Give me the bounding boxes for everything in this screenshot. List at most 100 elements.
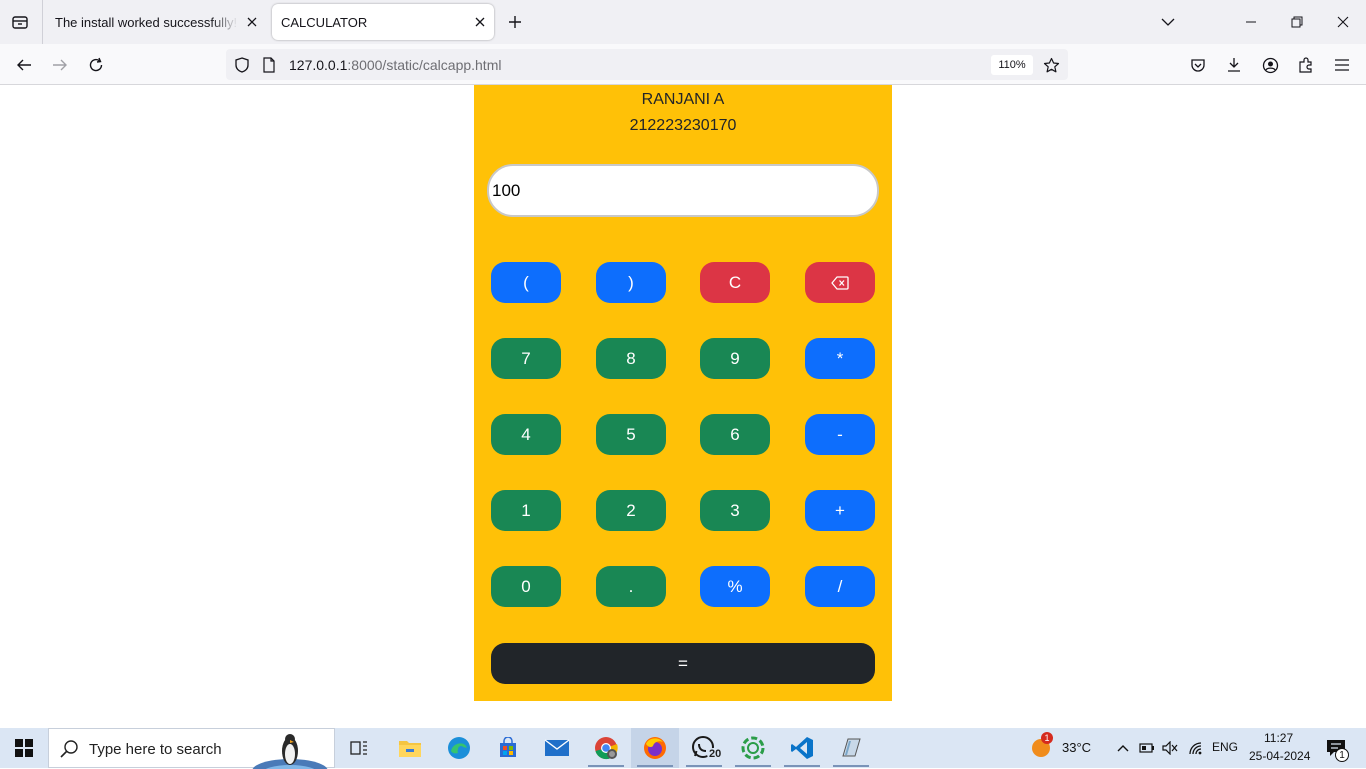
circular-app-button[interactable] <box>729 728 777 768</box>
firefox-icon <box>644 737 666 759</box>
calculator-panel: RANJANI A 212223230170 100 ( ) C 7 8 9 *… <box>474 85 892 701</box>
vscode-button[interactable] <box>778 728 826 768</box>
key-multiply[interactable]: * <box>805 338 875 379</box>
tab-separator <box>42 0 43 44</box>
key-dot[interactable]: . <box>596 566 666 607</box>
arrow-right-icon <box>53 59 67 71</box>
tab-overview-icon <box>12 16 28 29</box>
task-view-icon <box>350 741 367 755</box>
key-6[interactable]: 6 <box>700 414 770 455</box>
extensions-button[interactable] <box>1293 52 1319 78</box>
download-icon <box>1228 58 1240 72</box>
file-explorer-button[interactable] <box>386 728 434 768</box>
account-button[interactable] <box>1257 52 1283 78</box>
address-bar[interactable]: 127.0.0.1:8000/static/calcapp.html 110% <box>226 49 1068 80</box>
key-2[interactable]: 2 <box>596 490 666 531</box>
bookmark-star-icon[interactable] <box>1042 56 1060 74</box>
url-path: :8000/static/calcapp.html <box>347 57 502 73</box>
tab-title: The install worked successfully! Congrat… <box>55 14 238 30</box>
chrome-button[interactable] <box>582 728 630 768</box>
battery-icon <box>1139 743 1154 753</box>
close-tab-icon[interactable] <box>244 14 260 30</box>
key-5[interactable]: 5 <box>596 414 666 455</box>
minimize-button[interactable] <box>1237 8 1265 36</box>
tab-django-install[interactable]: The install worked successfully! Congrat… <box>46 4 266 40</box>
hamburger-icon <box>1335 59 1349 71</box>
tab-calculator[interactable]: CALCULATOR <box>272 4 494 40</box>
student-roll-number: 212223230170 <box>629 117 737 134</box>
key-0[interactable]: 0 <box>491 566 561 607</box>
key-divide[interactable]: / <box>805 566 875 607</box>
firefox-button[interactable] <box>631 728 679 768</box>
sync-ring-icon <box>741 736 765 760</box>
key-9[interactable]: 9 <box>700 338 770 379</box>
reload-button[interactable] <box>83 52 109 78</box>
close-tab-icon[interactable] <box>472 14 488 30</box>
key-equals[interactable]: = <box>491 643 875 684</box>
show-hidden-icons-button[interactable] <box>1113 738 1133 758</box>
downloads-button[interactable] <box>1221 52 1247 78</box>
pocket-button[interactable] <box>1185 52 1211 78</box>
volume-control[interactable] <box>1160 738 1180 758</box>
tab-list-button[interactable] <box>8 11 32 33</box>
folder-icon <box>399 741 421 757</box>
new-tab-button[interactable] <box>503 11 527 33</box>
calculator-display[interactable]: 100 <box>487 164 879 217</box>
restore-button[interactable] <box>1283 8 1311 36</box>
task-view-button[interactable] <box>335 728 383 768</box>
clock-time[interactable]: 11:27 <box>1264 731 1293 745</box>
key-close-paren[interactable]: ) <box>596 262 666 303</box>
account-icon <box>1262 57 1278 73</box>
arrow-left-icon <box>17 59 31 71</box>
student-name: RANJANI A <box>641 91 725 108</box>
close-window-button[interactable] <box>1329 8 1357 36</box>
edge-button[interactable] <box>435 728 483 768</box>
taskbar-search-box[interactable]: Type here to search <box>48 728 335 769</box>
tab-strip: The install worked successfully! Congrat… <box>0 0 1366 44</box>
weather-temperature[interactable]: 33°C <box>1062 740 1091 755</box>
search-icon <box>60 740 78 758</box>
key-minus[interactable]: - <box>805 414 875 455</box>
chrome-icon <box>595 737 618 760</box>
clock-date[interactable]: 25-04-2024 <box>1249 749 1310 763</box>
key-3[interactable]: 3 <box>700 490 770 531</box>
forward-button[interactable] <box>47 52 73 78</box>
wifi-icon <box>1189 742 1202 755</box>
key-7[interactable]: 7 <box>491 338 561 379</box>
reload-icon <box>89 57 103 72</box>
url-host: 127.0.0.1 <box>289 57 348 73</box>
search-placeholder: Type here to search <box>89 741 222 758</box>
key-plus[interactable]: + <box>805 490 875 531</box>
key-8[interactable]: 8 <box>596 338 666 379</box>
shield-icon[interactable] <box>233 56 251 74</box>
key-backspace[interactable] <box>805 262 875 303</box>
mail-button[interactable] <box>533 728 581 768</box>
pocket-icon <box>1191 59 1205 72</box>
key-clear[interactable]: C <box>700 262 770 303</box>
battery-status[interactable] <box>1137 738 1157 758</box>
key-1[interactable]: 1 <box>491 490 561 531</box>
whatsapp-button[interactable]: 20 <box>680 728 728 768</box>
vscode-icon <box>791 737 813 759</box>
python-idle-button[interactable] <box>827 728 875 768</box>
microsoft-store-button[interactable] <box>484 728 532 768</box>
key-open-paren[interactable]: ( <box>491 262 561 303</box>
input-language-indicator[interactable]: ENG <box>1212 740 1238 754</box>
start-button[interactable] <box>0 728 48 768</box>
network-status[interactable] <box>1186 738 1206 758</box>
page-icon[interactable] <box>260 56 278 74</box>
close-icon <box>1337 16 1349 28</box>
back-button[interactable] <box>11 52 37 78</box>
navigation-toolbar: 127.0.0.1:8000/static/calcapp.html 110% <box>0 44 1366 85</box>
key-percent[interactable]: % <box>700 566 770 607</box>
notification-count-badge: 1 <box>1335 748 1349 762</box>
weather-alert-badge: 1 <box>1041 732 1053 744</box>
list-all-tabs-button[interactable] <box>1154 8 1182 36</box>
store-icon <box>500 737 516 757</box>
zoom-level-button[interactable]: 110% <box>991 55 1033 75</box>
key-4[interactable]: 4 <box>491 414 561 455</box>
menu-button[interactable] <box>1329 52 1355 78</box>
plus-icon <box>509 16 521 28</box>
url-text[interactable]: 127.0.0.1:8000/static/calcapp.html <box>289 57 501 73</box>
search-highlight-penguin-icon <box>252 734 328 769</box>
